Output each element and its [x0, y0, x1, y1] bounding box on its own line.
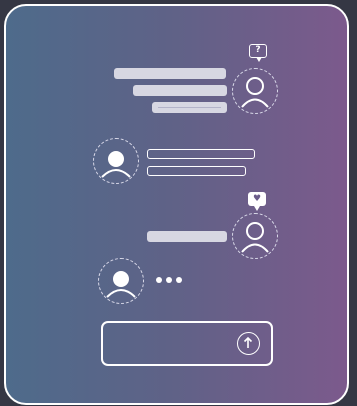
avatar-left-1 — [93, 138, 139, 184]
message-bar — [114, 68, 226, 79]
heart-icon: ♥ — [252, 194, 262, 204]
avatar-left-2 — [98, 258, 144, 304]
typing-dot — [166, 277, 172, 283]
message-bar — [152, 102, 227, 113]
chat-card: ? ♥ — [4, 4, 349, 405]
message-bar — [147, 166, 246, 176]
message-bar — [147, 149, 255, 159]
send-button[interactable] — [237, 332, 260, 355]
typing-dot — [176, 277, 182, 283]
heart-badge: ♥ — [248, 192, 266, 211]
question-icon: ? — [255, 45, 261, 55]
avatar-right-2 — [232, 213, 278, 259]
user-avatar-icon — [241, 77, 269, 108]
message-input[interactable] — [101, 321, 273, 366]
typing-indicator — [156, 277, 182, 283]
illustration: ? ♥ — [0, 0, 357, 406]
message-bar — [147, 231, 227, 242]
user-avatar-icon — [101, 151, 131, 178]
user-avatar-icon — [106, 271, 136, 298]
arrow-up-icon — [243, 336, 253, 348]
avatar-right-1 — [232, 68, 278, 114]
typing-dot — [156, 277, 162, 283]
user-avatar-icon — [241, 222, 269, 253]
message-bar — [133, 85, 227, 96]
question-badge: ? — [249, 44, 267, 62]
